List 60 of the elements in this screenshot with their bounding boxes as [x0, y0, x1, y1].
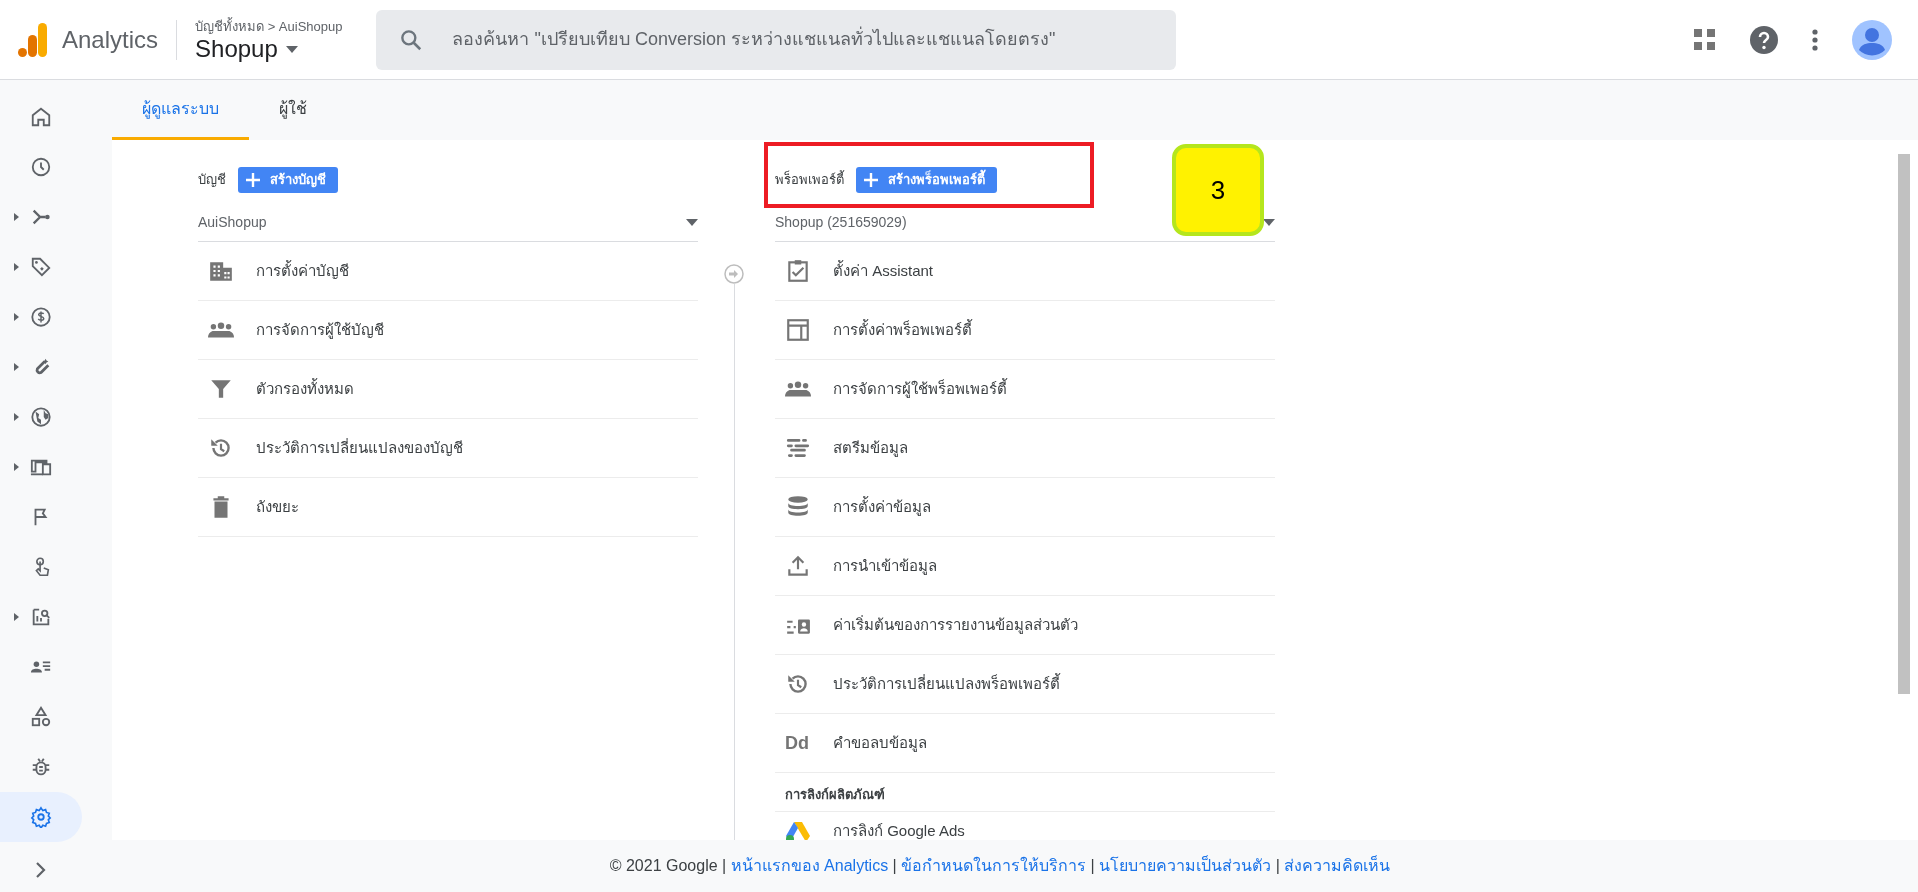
chevron-right-icon[interactable] [35, 862, 47, 878]
dropdown-caret-icon [686, 219, 698, 226]
nav-item[interactable] [0, 792, 82, 842]
upload-icon [785, 553, 811, 579]
clipboard-check-icon [785, 258, 811, 284]
breadcrumb[interactable]: บัญชีทั้งหมด > AuiShopup [195, 16, 343, 37]
plus-icon [246, 173, 260, 187]
menu-item[interactable]: การจัดการผู้ใช้พร็อพเพอร์ตี้ [775, 360, 1275, 419]
column-label: พร็อพเพอร์ตี้ [775, 170, 844, 190]
menu-item[interactable]: สตรีมข้อมูล [775, 419, 1275, 478]
menu-item[interactable]: ตั้งค่า Assistant [775, 242, 1275, 301]
menu-item[interactable]: การตั้งค่าพร็อพเพอร์ตี้ [775, 301, 1275, 360]
tab[interactable]: ผู้ใช้ [249, 80, 337, 140]
chart-search-icon [30, 606, 52, 628]
menu-item[interactable]: การนำเข้าข้อมูล [775, 537, 1275, 596]
menu-item[interactable]: ค่าเริ่มต้นของการรายงานข้อมูลส่วนตัว [775, 596, 1275, 655]
menu-item[interactable]: การจัดการผู้ใช้บัญชี [198, 301, 698, 360]
settings-icon [30, 806, 52, 828]
footer-link[interactable]: หน้าแรกของ Analytics [730, 857, 889, 874]
menu-item[interactable]: ถังขยะ [198, 478, 698, 537]
globe-icon [30, 406, 52, 428]
apps-grid-icon[interactable] [1694, 28, 1716, 51]
avatar-icon[interactable] [1852, 19, 1892, 60]
section-title: การลิงก์ผลิตภัณฑ์ [775, 773, 1275, 812]
scrollbar[interactable] [1898, 154, 1910, 694]
triangle-logo-icon [785, 819, 811, 840]
analytics-logo-icon [18, 22, 48, 57]
menu-item[interactable]: Dd คำขอลบข้อมูล [775, 714, 1275, 773]
menu-item[interactable]: ประวัติการเปลี่ยนแปลงพร็อพเพอร์ตี้ [775, 655, 1275, 714]
menu-item[interactable]: ประวัติการเปลี่ยนแปลงของบัญชี [198, 419, 698, 478]
create-button[interactable]: สร้างพร็อพเพอร์ตี้ [856, 167, 997, 193]
create-button[interactable]: สร้างบัญชี [238, 167, 338, 193]
search-field[interactable]: ลองค้นหา "เปรียบเทียบ Conversion ระหว่างแชแนลทั่วไปและแชแนลโดยตรง" [376, 9, 1177, 70]
footer-link[interactable]: ข้อกำหนดในการให้บริการ [901, 857, 1087, 874]
dropdown-caret-icon [285, 45, 298, 53]
home-icon [30, 106, 52, 128]
footer-text: © 2021 Google | หน้าแรกของ Analytics | ข้อกำหนดในการให้บริการ | นโยบายความเป็นส่วนตัว | ส่งความคิดเห็น [609, 854, 1391, 876]
footer-link[interactable]: นโยบายความเป็นส่วนตัว [1099, 857, 1272, 874]
product-name: Analytics [62, 24, 159, 55]
step-number: 3 [1172, 144, 1264, 236]
menu-item[interactable]: การตั้งค่าบัญชี [198, 242, 698, 301]
column-label: บัญชี [198, 171, 226, 190]
arrow-circle-icon [724, 264, 744, 284]
clock-icon [30, 156, 52, 178]
menu-item[interactable]: การลิงก์ Google Ads [775, 811, 1275, 840]
property-picker[interactable]: Shopup [195, 36, 343, 63]
dropdown-caret-icon [1263, 219, 1275, 226]
layout-icon [785, 317, 811, 343]
dollar-icon [30, 306, 52, 328]
help-icon[interactable] [1750, 25, 1778, 54]
menu-item[interactable]: ตัวกรองทั้งหมด [198, 360, 698, 419]
more-menu-icon[interactable] [1812, 28, 1818, 51]
icon-text: Dd [785, 731, 810, 755]
tag-icon [30, 256, 52, 278]
plus-icon [864, 173, 878, 187]
menu-item[interactable]: การตั้งค่าข้อมูล [775, 478, 1275, 537]
dropdown-field[interactable]: AuiShopup [198, 204, 698, 242]
footer-link[interactable]: ส่งความคิดเห็น [1284, 857, 1391, 874]
bug-icon [30, 756, 52, 778]
shapes-icon [30, 706, 52, 728]
